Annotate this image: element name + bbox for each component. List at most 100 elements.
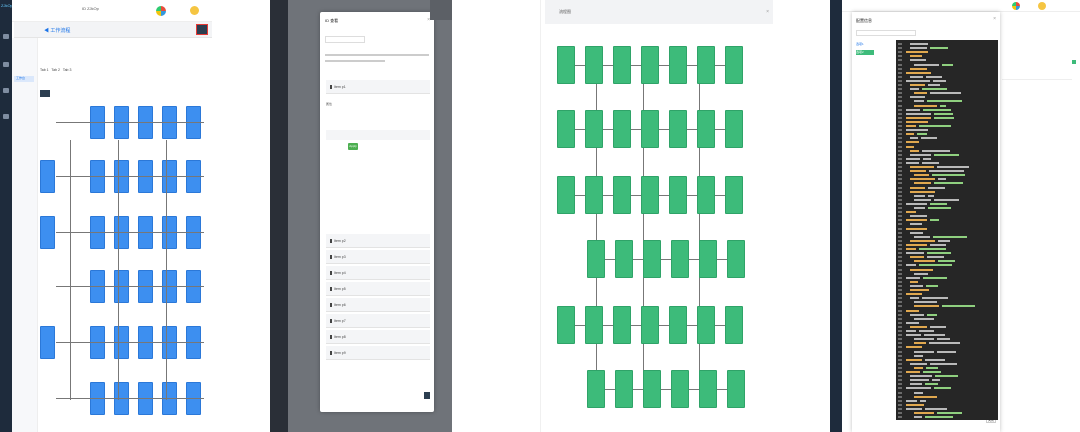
code-line xyxy=(898,43,996,46)
code-line xyxy=(898,47,996,50)
workflow-node[interactable] xyxy=(40,160,55,193)
flowchart-node[interactable] xyxy=(671,370,689,408)
code-line xyxy=(898,366,996,370)
sidebar-nav-icon[interactable] xyxy=(3,88,9,93)
list-item[interactable]: Item p5 xyxy=(326,282,430,296)
footer-button[interactable] xyxy=(424,392,430,399)
tree-item[interactable]: 工作台 xyxy=(14,76,34,82)
sidebar-nav-icon[interactable] xyxy=(3,114,9,119)
flowchart-node[interactable] xyxy=(727,240,745,278)
background-header xyxy=(842,0,1080,12)
list-item[interactable]: Item p9 xyxy=(326,346,430,360)
file-icon xyxy=(330,255,332,260)
flowchart-node[interactable] xyxy=(671,240,689,278)
code-line xyxy=(898,71,996,75)
app-logo[interactable]: ZJkOp xyxy=(1,3,13,19)
code-line xyxy=(898,178,996,181)
highlighted-action-button[interactable] xyxy=(196,24,208,35)
flowchart-node[interactable] xyxy=(613,110,631,148)
code-line xyxy=(898,141,996,144)
code-line xyxy=(898,129,996,132)
flowchart-node[interactable] xyxy=(697,306,715,344)
flowchart-node[interactable] xyxy=(641,110,659,148)
flowchart-node[interactable] xyxy=(615,240,633,278)
apply-button[interactable]: Apply xyxy=(348,143,358,150)
flowchart-node[interactable] xyxy=(557,46,575,84)
flowchart-node[interactable] xyxy=(697,176,715,214)
list-item-label: Item p2 xyxy=(334,239,346,243)
flowchart-node[interactable] xyxy=(697,110,715,148)
flowchart-node[interactable] xyxy=(613,176,631,214)
code-line xyxy=(898,145,996,149)
list-item[interactable]: Item p4 xyxy=(326,266,430,280)
flowchart-node[interactable] xyxy=(585,306,603,344)
code-line xyxy=(898,375,996,378)
flowchart-node[interactable] xyxy=(585,110,603,148)
flowchart-node[interactable] xyxy=(725,306,743,344)
flowchart-node[interactable] xyxy=(697,46,715,84)
list-item[interactable]: Item p6 xyxy=(326,298,430,312)
flowchart-node[interactable] xyxy=(725,46,743,84)
sidebar-nav-icon[interactable] xyxy=(3,62,9,67)
flowchart-node[interactable] xyxy=(669,176,687,214)
left-option[interactable]: 选项1 xyxy=(856,42,874,47)
search-input[interactable] xyxy=(325,36,365,43)
list-item[interactable]: Item p8 xyxy=(326,330,430,344)
code-line xyxy=(898,170,996,173)
flowchart-node[interactable] xyxy=(615,370,633,408)
flowchart-node[interactable] xyxy=(557,306,575,344)
flowchart-node[interactable] xyxy=(585,176,603,214)
code-line xyxy=(898,239,996,243)
page-tabbar: ◀ 工作流程 xyxy=(14,22,212,38)
connector-line xyxy=(56,398,204,399)
flowchart-node[interactable] xyxy=(643,240,661,278)
list-item[interactable]: Item p1 xyxy=(326,80,430,94)
flowchart-node[interactable] xyxy=(699,370,717,408)
code-line xyxy=(898,51,996,54)
code-line xyxy=(898,387,996,390)
code-line xyxy=(898,383,996,386)
flowchart-node[interactable] xyxy=(669,110,687,148)
flowchart-node[interactable] xyxy=(643,370,661,408)
tab-2[interactable]: Tab 2 xyxy=(51,68,60,72)
tab-3[interactable]: Tab 3 xyxy=(63,68,72,72)
flowchart-node[interactable] xyxy=(641,306,659,344)
flowchart-node[interactable] xyxy=(557,176,575,214)
flowchart-node[interactable] xyxy=(641,46,659,84)
code-line xyxy=(898,116,996,120)
flowchart-node[interactable] xyxy=(699,240,717,278)
close-icon[interactable]: × xyxy=(766,9,769,15)
flowchart-node[interactable] xyxy=(587,370,605,408)
code-line xyxy=(898,412,996,415)
list-item[interactable]: Item p7 xyxy=(326,314,430,328)
flowchart-node[interactable] xyxy=(727,370,745,408)
sidebar-nav-icon[interactable] xyxy=(3,34,9,39)
close-icon[interactable]: × xyxy=(993,16,996,22)
left-option-active[interactable]: 选项2 xyxy=(856,50,874,55)
tab-1[interactable]: Tab 1 xyxy=(40,68,49,72)
list-item-label: Item p3 xyxy=(334,255,346,259)
avatar[interactable] xyxy=(1038,2,1046,10)
list-item[interactable]: Item p2 xyxy=(326,234,430,248)
workflow-node[interactable] xyxy=(40,326,55,359)
code-line xyxy=(898,207,996,210)
workflow-node[interactable] xyxy=(40,216,55,249)
list-item[interactable]: Item p3 xyxy=(326,250,430,264)
flowchart-node[interactable] xyxy=(587,240,605,278)
code-line xyxy=(898,202,996,206)
avatar[interactable] xyxy=(190,6,199,15)
code-line xyxy=(898,379,996,382)
flowchart-node[interactable] xyxy=(725,110,743,148)
code-line xyxy=(898,391,996,395)
flowchart-node[interactable] xyxy=(613,306,631,344)
flowchart-node[interactable] xyxy=(613,46,631,84)
flowchart-node[interactable] xyxy=(641,176,659,214)
filter-chip[interactable] xyxy=(40,90,50,97)
flowchart-node[interactable] xyxy=(725,176,743,214)
flowchart-node[interactable] xyxy=(669,46,687,84)
flowchart-node[interactable] xyxy=(669,306,687,344)
code-line xyxy=(898,186,996,190)
flowchart-node[interactable] xyxy=(557,110,575,148)
flowchart-node[interactable] xyxy=(585,46,603,84)
path-input[interactable] xyxy=(856,30,916,36)
